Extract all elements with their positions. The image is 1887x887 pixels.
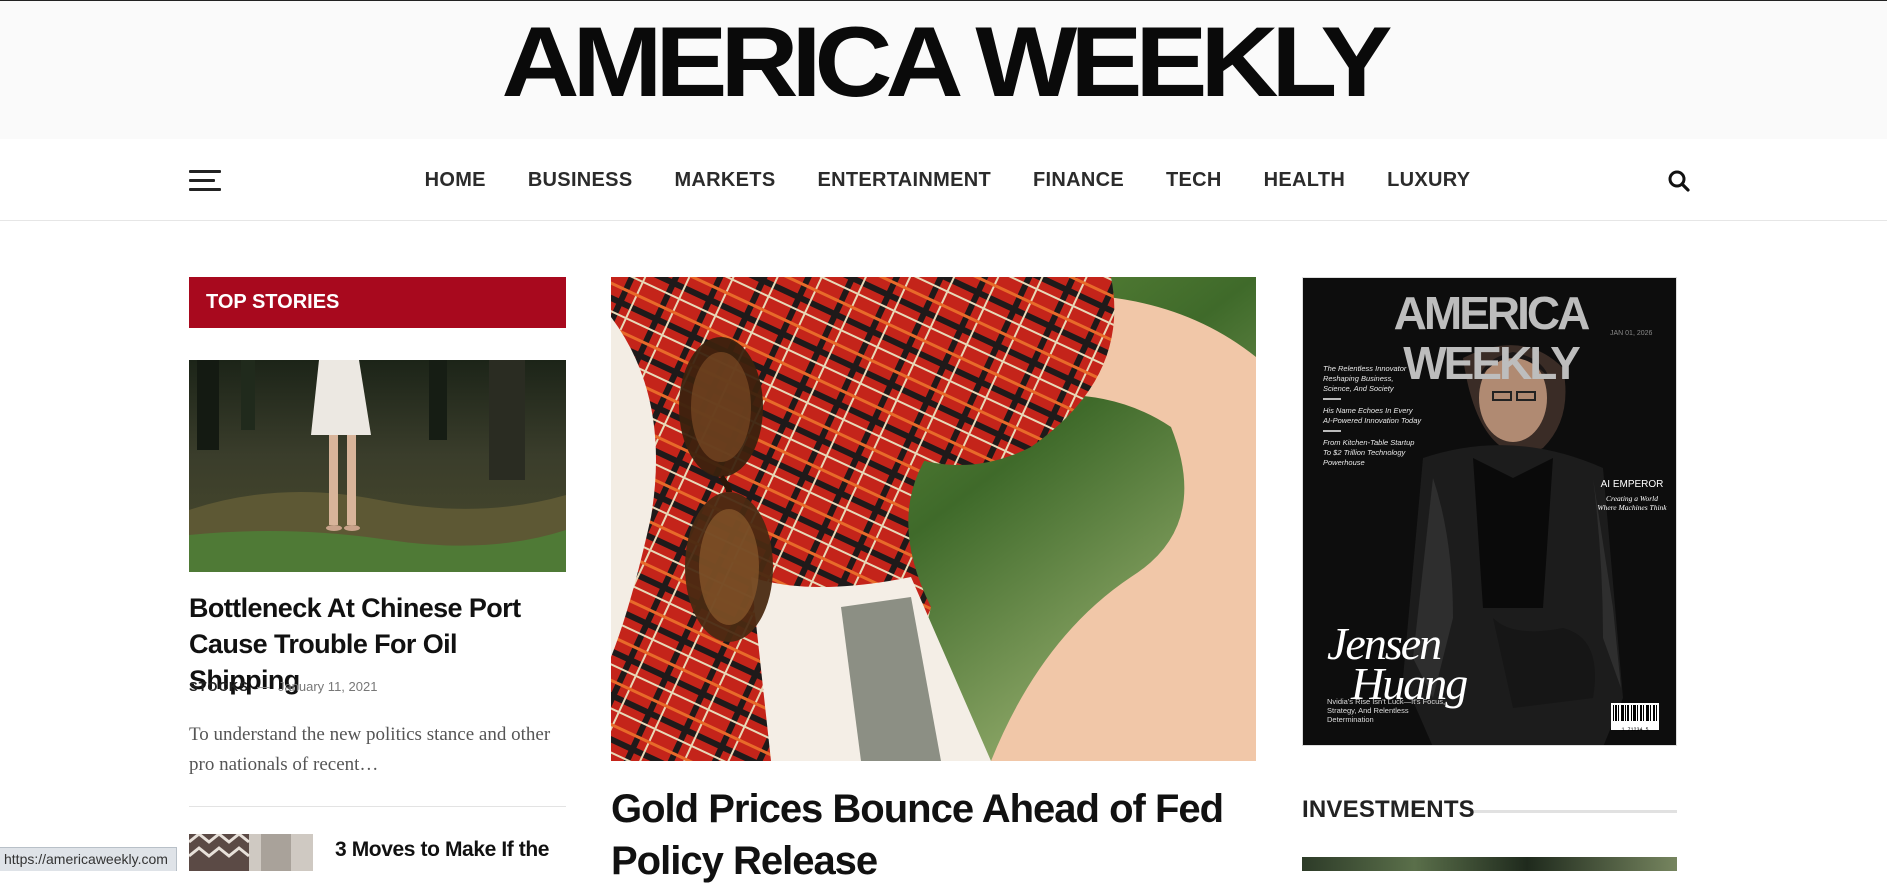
- cover-headline-sub: Creating a World Where Machines Think: [1597, 494, 1667, 512]
- cover-name: Jensen Huang: [1327, 621, 1468, 707]
- nav-item-markets[interactable]: MARKETS: [653, 169, 796, 192]
- lead-story-excerpt: To understand the new politics stance an…: [189, 724, 551, 775]
- main-navbar: HOME BUSINESS MARKETS ENTERTAINMENT FINA…: [0, 139, 1887, 221]
- investments-heading: INVESTMENTS: [1302, 796, 1475, 823]
- lead-story-meta: STOCKS — January 11, 2021: [189, 679, 377, 694]
- section-heading-rule: [1474, 810, 1677, 813]
- nav-item-finance[interactable]: FINANCE: [1012, 169, 1145, 192]
- barcode-number: 1 71234 5: [1621, 727, 1649, 733]
- nav-item-health[interactable]: HEALTH: [1243, 169, 1366, 192]
- cover-lines: The Relentless Innovator Reshaping Busin…: [1323, 364, 1423, 472]
- investments-story-image[interactable]: [1302, 857, 1677, 871]
- top-stories-heading: TOP STORIES: [189, 277, 566, 328]
- second-story-thumbnail[interactable]: [189, 834, 313, 871]
- cover-headline: AI EMPEROR Creating a World Where Machin…: [1597, 479, 1667, 512]
- cover-headline-title: AI EMPEROR: [1600, 479, 1664, 490]
- nav-item-business[interactable]: BUSINESS: [507, 169, 654, 192]
- main-nav-links: HOME BUSINESS MARKETS ENTERTAINMENT FINA…: [0, 139, 1887, 221]
- lead-story-image[interactable]: [189, 360, 566, 572]
- cover-date: JAN 01, 2026: [1610, 330, 1653, 337]
- second-story-title[interactable]: 3 Moves to Make If the: [335, 836, 566, 864]
- featured-story-image[interactable]: [611, 277, 1256, 761]
- nav-item-entertainment[interactable]: ENTERTAINMENT: [796, 169, 1012, 192]
- nav-item-tech[interactable]: TECH: [1145, 169, 1243, 192]
- barcode-icon: 1 71234 5: [1611, 703, 1659, 733]
- featured-story-title[interactable]: Gold Prices Bounce Ahead of Fed Policy R…: [611, 783, 1256, 887]
- masthead: AMERICA WEEKLY: [0, 1, 1887, 139]
- cover-line: From Kitchen-Table Startup To $2 Trillio…: [1323, 438, 1415, 467]
- status-bar-url: https://americaweekly.com: [0, 847, 177, 871]
- cover-line: His Name Echoes In Every AI-Powered Inno…: [1323, 406, 1422, 425]
- site-logo[interactable]: AMERICA WEEKLY: [0, 11, 1887, 112]
- search-icon[interactable]: [1667, 169, 1691, 193]
- story-divider: [189, 806, 566, 807]
- cover-tagline: Nvidia's Rise Isn't Luck—It's Focus, Str…: [1327, 697, 1446, 724]
- story-date: January 11, 2021: [277, 679, 378, 694]
- cover-line: The Relentless Innovator Reshaping Busin…: [1323, 364, 1407, 393]
- meta-separator: —: [256, 679, 270, 694]
- nav-item-home[interactable]: HOME: [404, 169, 507, 192]
- nav-item-luxury[interactable]: LUXURY: [1366, 169, 1491, 192]
- magazine-cover[interactable]: AMERICA WEEKLY JAN 01, 2026 The Relentle…: [1302, 277, 1677, 746]
- story-category[interactable]: STOCKS: [189, 679, 249, 694]
